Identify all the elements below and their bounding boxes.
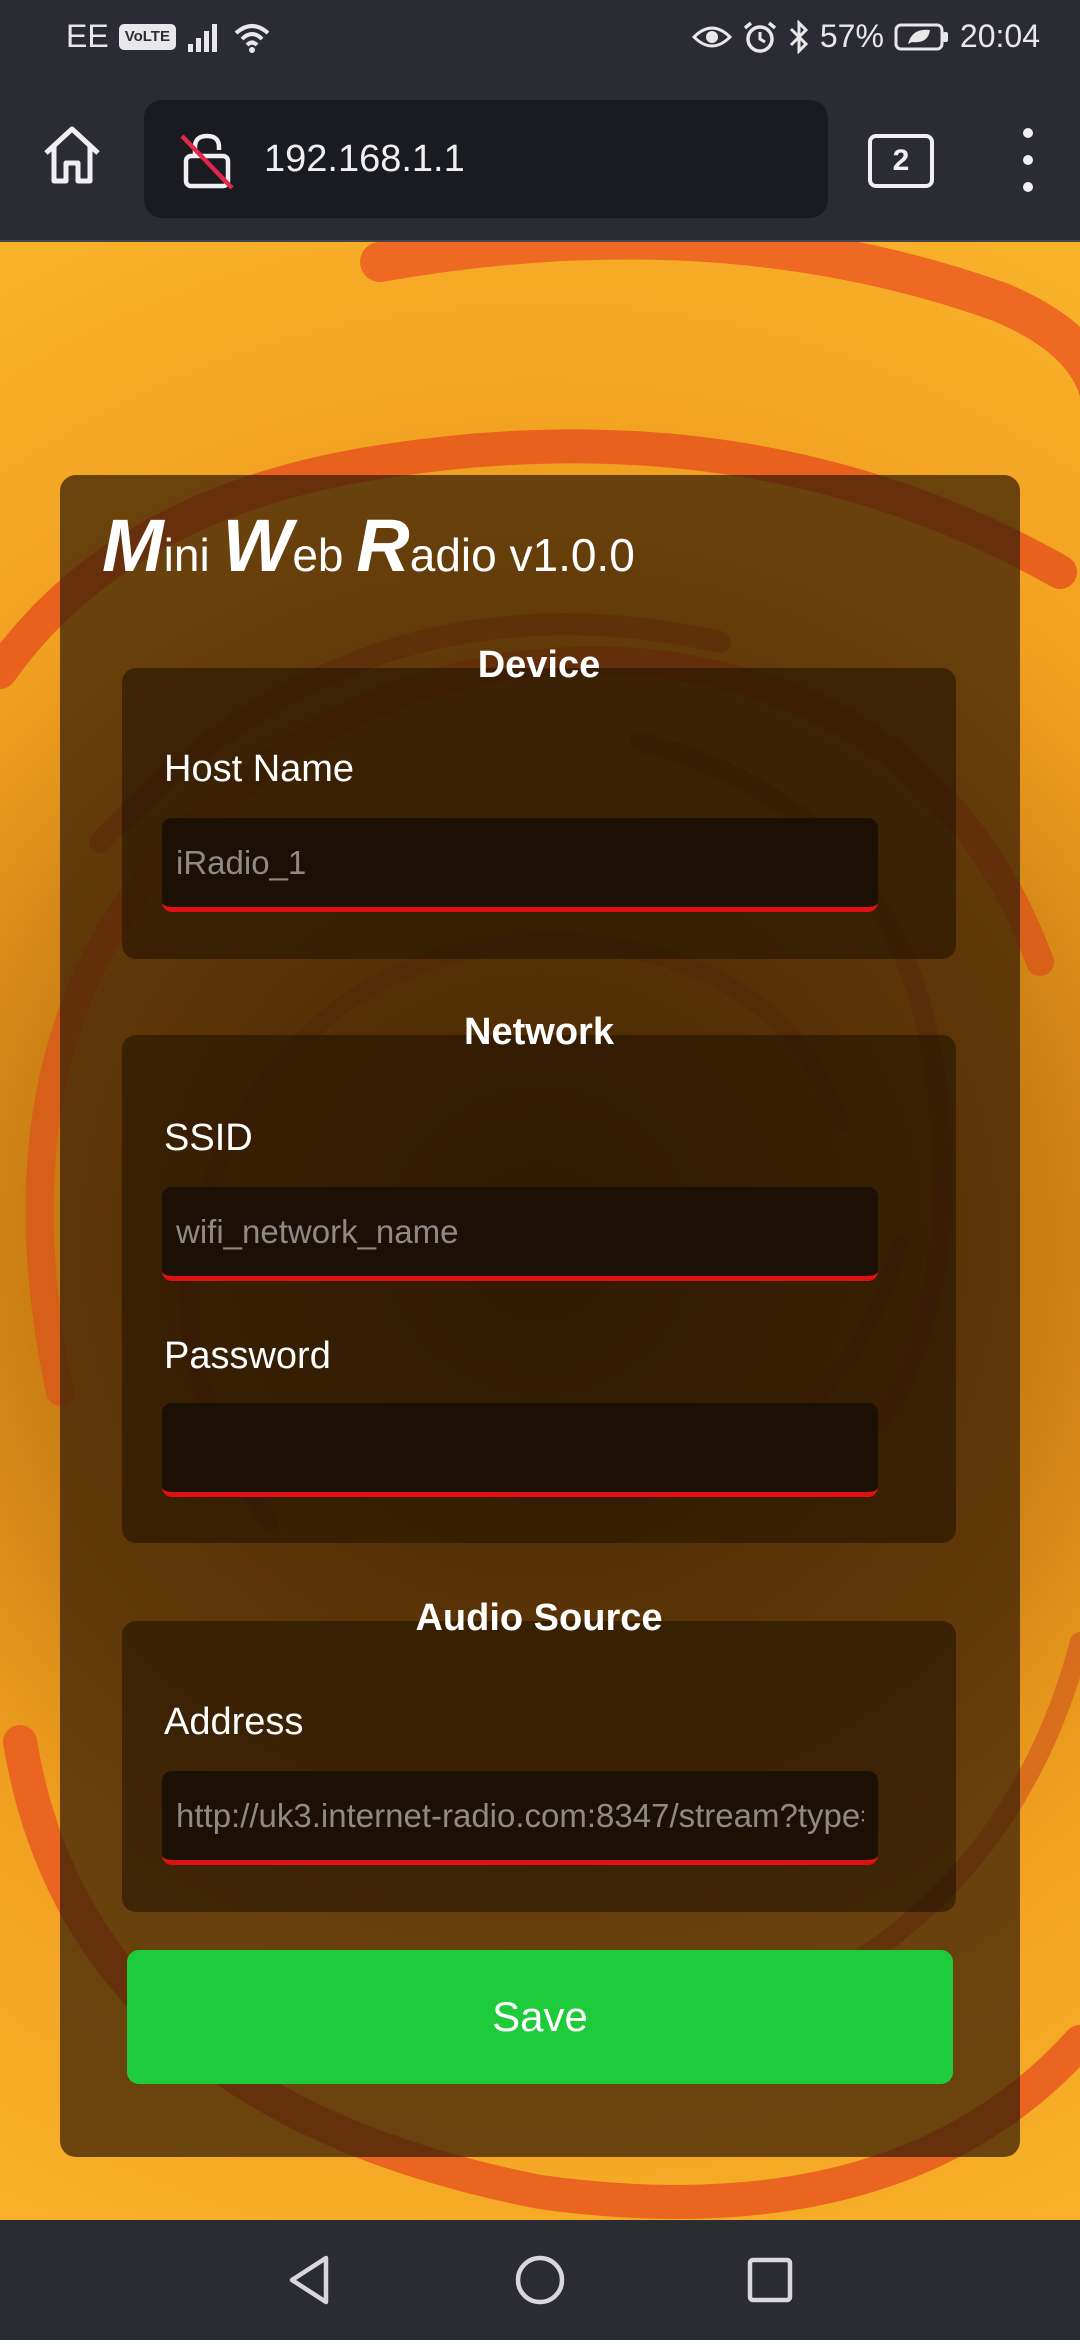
- title-letter-m: M: [102, 504, 164, 587]
- back-button[interactable]: [280, 2250, 340, 2310]
- app-title: Mini Web Radio v1.0.0: [102, 503, 635, 588]
- status-right: 57% 20:04: [691, 18, 1040, 55]
- address-bar[interactable]: 192.168.1.1: [144, 100, 828, 218]
- signal-icon: [186, 22, 222, 52]
- more-vert-icon[interactable]: [1010, 128, 1046, 192]
- home-icon: [44, 126, 100, 184]
- carrier-label: EE: [66, 18, 109, 54]
- home-button[interactable]: [38, 121, 106, 189]
- insecure-lock-icon[interactable]: [178, 130, 238, 190]
- url-text[interactable]: 192.168.1.1: [264, 100, 465, 218]
- network-section-title: Network: [464, 1011, 614, 1053]
- status-bar: EE VoLTE 57% 20:04: [0, 0, 1080, 76]
- host-name-label: Host Name: [164, 748, 355, 790]
- device-section: Device Host Name: [122, 644, 956, 959]
- address-label: Address: [164, 1701, 304, 1743]
- page-content: Mini Web Radio v1.0.0 Device Host Name N…: [0, 242, 1080, 2220]
- audio-source-section: Audio Source Address: [122, 1597, 956, 1912]
- address-input[interactable]: [162, 1771, 878, 1865]
- title-part-1: ini: [163, 529, 223, 581]
- ssid-label: SSID: [164, 1117, 253, 1159]
- device-section-title: Device: [477, 644, 601, 686]
- tabs-button[interactable]: 2: [868, 134, 934, 188]
- battery-saver-icon: [894, 22, 950, 52]
- browser-toolbar: 192.168.1.1 2: [0, 76, 1080, 242]
- recents-icon: [747, 2257, 793, 2303]
- system-nav-bar: [0, 2220, 1080, 2340]
- settings-card: Mini Web Radio v1.0.0 Device Host Name N…: [60, 475, 1020, 2157]
- password-input[interactable]: [162, 1403, 878, 1497]
- home-circle-icon: [515, 2255, 565, 2305]
- host-name-input[interactable]: [162, 818, 878, 912]
- title-letter-w: W: [222, 504, 293, 587]
- ssid-input[interactable]: [162, 1187, 878, 1281]
- title-part-2: eb: [292, 529, 357, 581]
- status-left: EE VoLTE: [66, 18, 272, 55]
- save-button[interactable]: Save: [127, 1950, 953, 2084]
- wifi-icon: [232, 21, 272, 53]
- clock: 20:04: [959, 18, 1040, 54]
- bluetooth-icon: [788, 19, 810, 54]
- volte-badge: VoLTE: [118, 23, 176, 50]
- alarm-icon: [742, 20, 778, 54]
- title-part-3: adio v1.0.0: [409, 529, 635, 581]
- network-section: Network SSID Password: [122, 1011, 956, 1543]
- recents-button[interactable]: [740, 2250, 800, 2310]
- back-icon: [289, 2255, 329, 2305]
- password-label: Password: [164, 1335, 331, 1377]
- eye-icon: [691, 23, 732, 51]
- audio-section-title: Audio Source: [415, 1597, 663, 1639]
- battery-percent: 57%: [819, 18, 884, 54]
- home-nav-button[interactable]: [510, 2250, 570, 2310]
- title-letter-r: R: [356, 504, 410, 587]
